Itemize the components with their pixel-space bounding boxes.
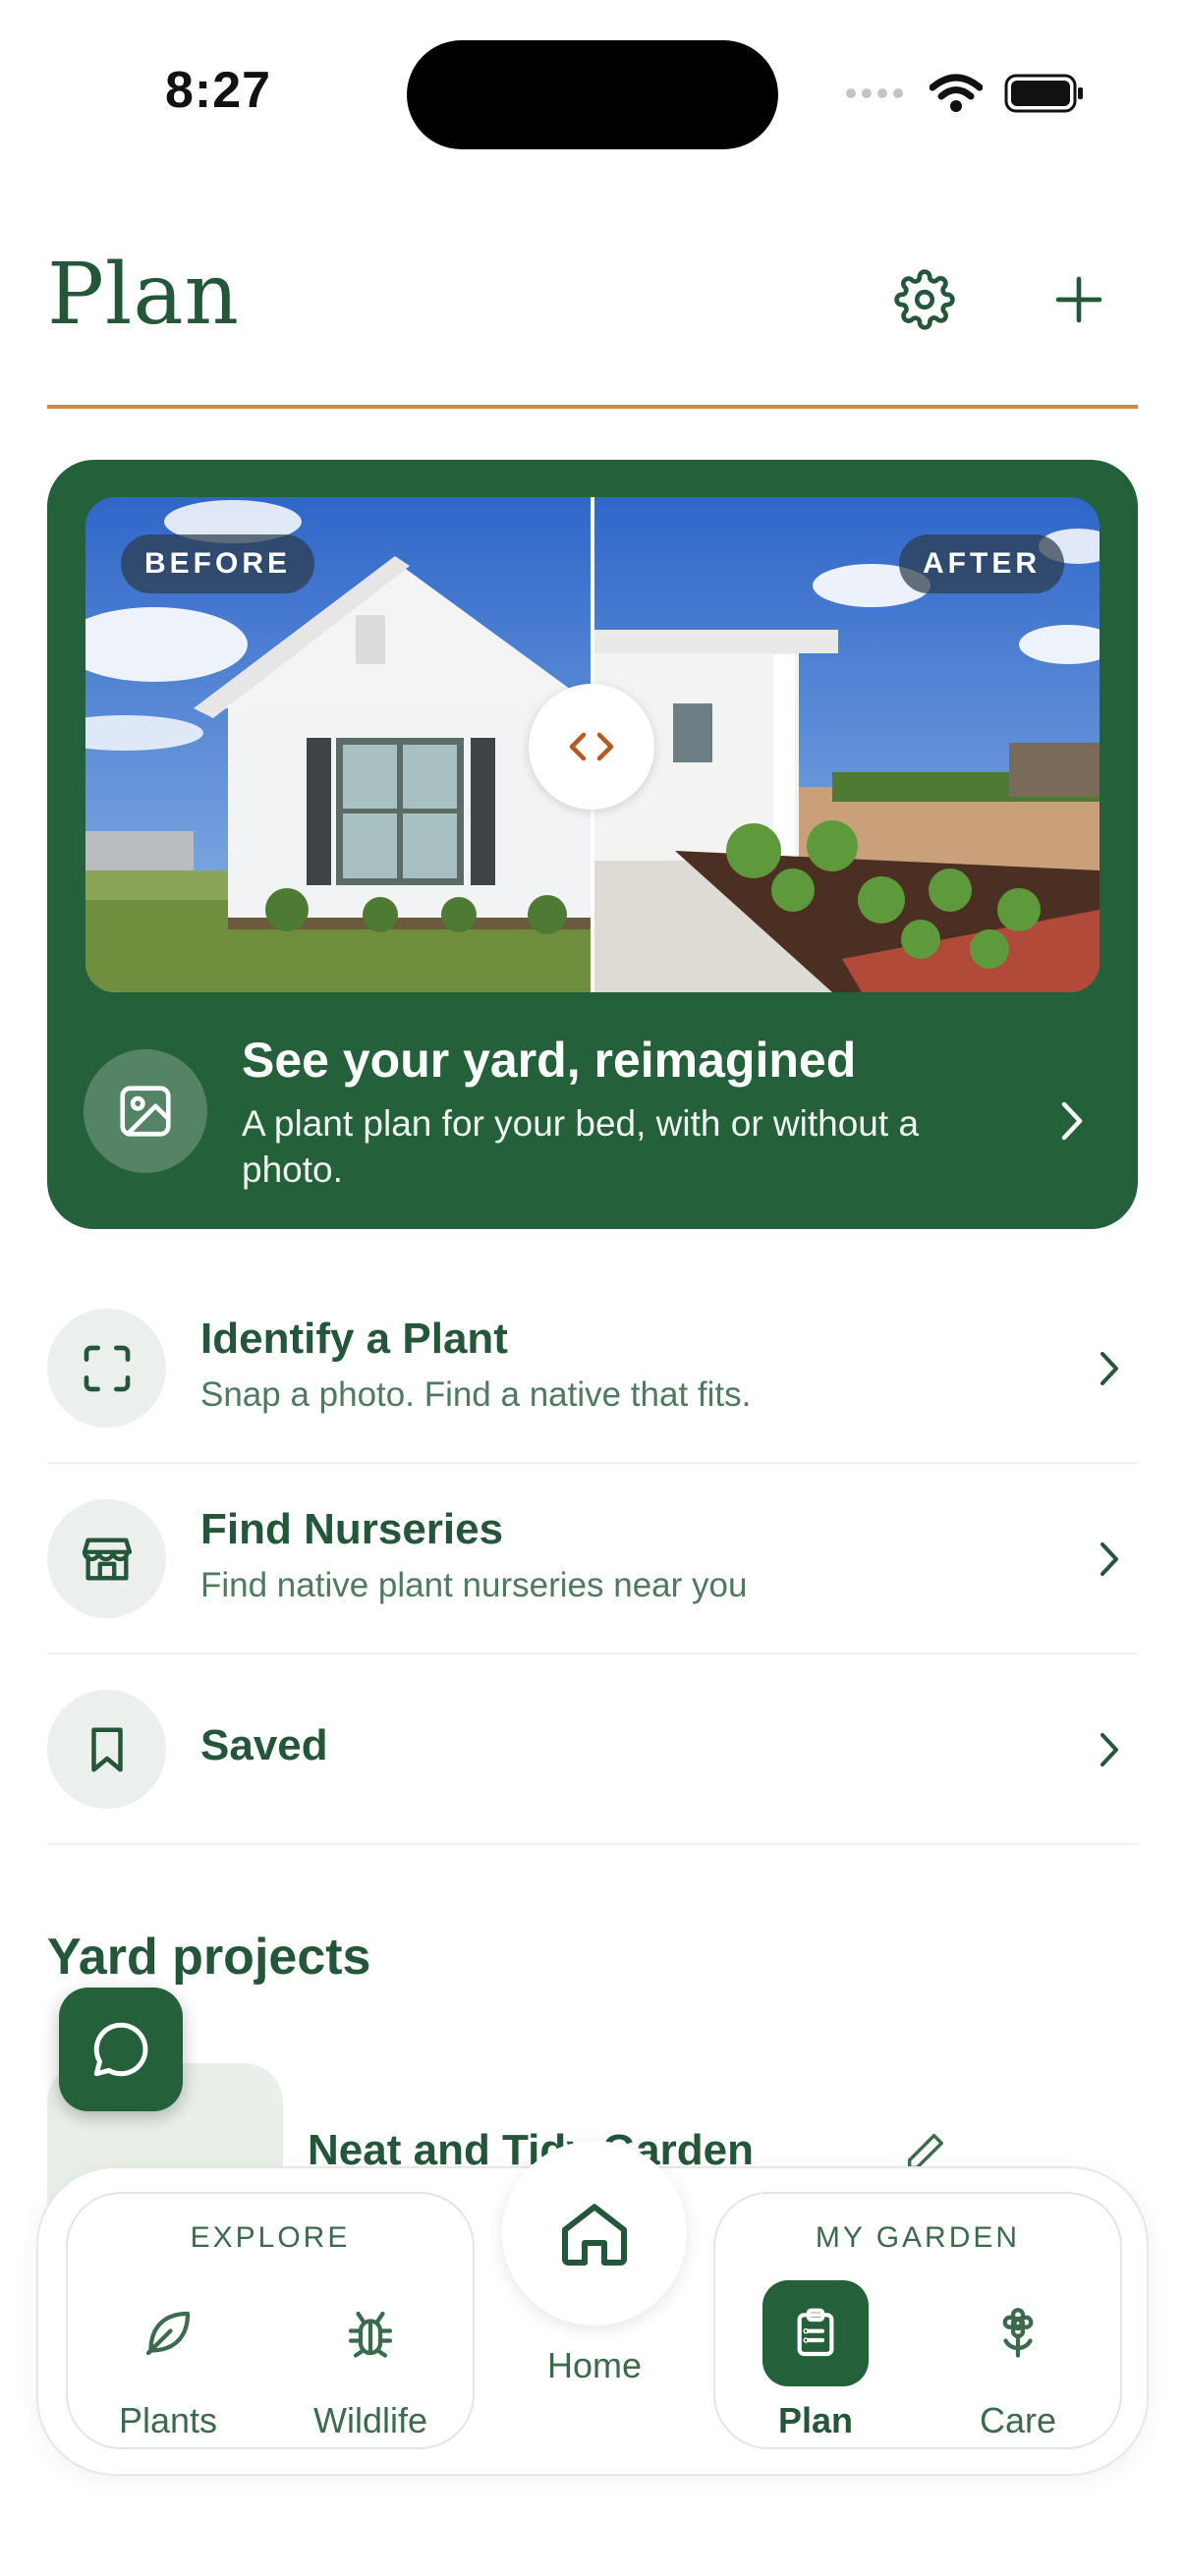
status-bar: 8:27: [0, 0, 1185, 187]
row-title: Find Nurseries: [200, 1505, 504, 1553]
status-time: 8:27: [165, 62, 272, 119]
signal-icon: [846, 88, 903, 98]
row-subtitle: Snap a photo. Find a native that fits.: [200, 1375, 752, 1414]
find-nurseries-row[interactable]: Find Nurseries Find native plant nurseri…: [47, 1464, 1138, 1654]
nav-icon-wrap: [965, 2280, 1071, 2386]
bookmark-icon: [90, 1727, 123, 1771]
my-garden-label: MY GARDEN: [815, 2221, 1021, 2254]
saved-row[interactable]: Saved: [47, 1654, 1138, 1845]
header-divider: [47, 405, 1138, 409]
explore-label: EXPLORE: [190, 2221, 351, 2254]
chat-bubble-icon: [93, 2022, 148, 2077]
hero-card[interactable]: BEFORE AFTER See your yard, reimagined A…: [47, 460, 1138, 1229]
plus-icon: [1055, 276, 1102, 323]
battery-icon: [1004, 74, 1083, 113]
my-garden-group: MY GARDEN Plan Care: [713, 2192, 1122, 2449]
nav-home-label[interactable]: Home: [502, 2345, 687, 2386]
chevron-right-icon: [1100, 1542, 1118, 1576]
bottom-nav: EXPLORE Plants Wildlife Home MY GARDEN P…: [36, 2141, 1149, 2476]
nav-home[interactable]: [502, 2141, 687, 2325]
scan-frame-icon: [84, 1345, 130, 1391]
compare-slider-handle[interactable]: [529, 684, 654, 810]
nav-wildlife[interactable]: Wildlife: [282, 2280, 459, 2440]
home-icon: [562, 2204, 627, 2266]
flower-icon: [1002, 2308, 1034, 2358]
image-icon: [120, 1086, 171, 1137]
clipboard-list-icon: [797, 2308, 834, 2357]
chevron-right-icon: [1061, 1101, 1083, 1141]
chevron-right-icon: [1100, 1733, 1118, 1766]
storefront-icon: [82, 1537, 132, 1581]
nav-label: Plants: [118, 2400, 218, 2440]
row-icon-wrap: [47, 1690, 166, 1809]
identify-plant-row[interactable]: Identify a Plant Snap a photo. Find a na…: [47, 1273, 1138, 1464]
hero-image-icon-wrap: [84, 1049, 207, 1173]
settings-button[interactable]: [890, 265, 959, 334]
chat-button[interactable]: [59, 1988, 183, 2111]
nav-care[interactable]: Care: [930, 2280, 1106, 2440]
nav-icon-wrap: [762, 2280, 869, 2386]
nav-plants[interactable]: Plants: [80, 2280, 256, 2440]
chevron-right-icon: [1100, 1352, 1118, 1385]
nav-label: Wildlife: [312, 2400, 427, 2440]
before-after-image[interactable]: BEFORE AFTER: [85, 497, 1100, 992]
hero-title: See your yard, reimagined: [242, 1033, 857, 1088]
nav-label: Care: [979, 2400, 1057, 2440]
dynamic-island: [407, 40, 778, 149]
row-subtitle: Find native plant nurseries near you: [200, 1566, 748, 1604]
explore-group: EXPLORE Plants Wildlife: [66, 2192, 475, 2449]
add-button[interactable]: [1044, 265, 1113, 334]
row-icon-wrap: [47, 1309, 166, 1428]
row-title: Saved: [200, 1721, 328, 1769]
row-icon-wrap: [47, 1499, 166, 1618]
nav-plan[interactable]: Plan: [727, 2280, 904, 2440]
nav-label: Plan: [777, 2400, 854, 2440]
hero-subtitle: A plant plan for your bed, with or witho…: [242, 1103, 920, 1190]
row-title: Identify a Plant: [200, 1315, 508, 1363]
after-badge: AFTER: [899, 534, 1064, 593]
bug-icon: [348, 2311, 393, 2358]
before-badge: BEFORE: [121, 534, 315, 593]
nav-icon-wrap: [115, 2280, 221, 2386]
chevrons-left-right-icon: [569, 732, 614, 761]
gear-icon: [894, 269, 955, 330]
section-title: Yard projects: [47, 1929, 371, 1986]
status-icons: [845, 69, 1085, 118]
page-title: Plan: [47, 246, 241, 344]
leaf-icon: [145, 2311, 191, 2356]
wifi-icon: [930, 74, 983, 112]
nav-icon-wrap: [317, 2280, 423, 2386]
